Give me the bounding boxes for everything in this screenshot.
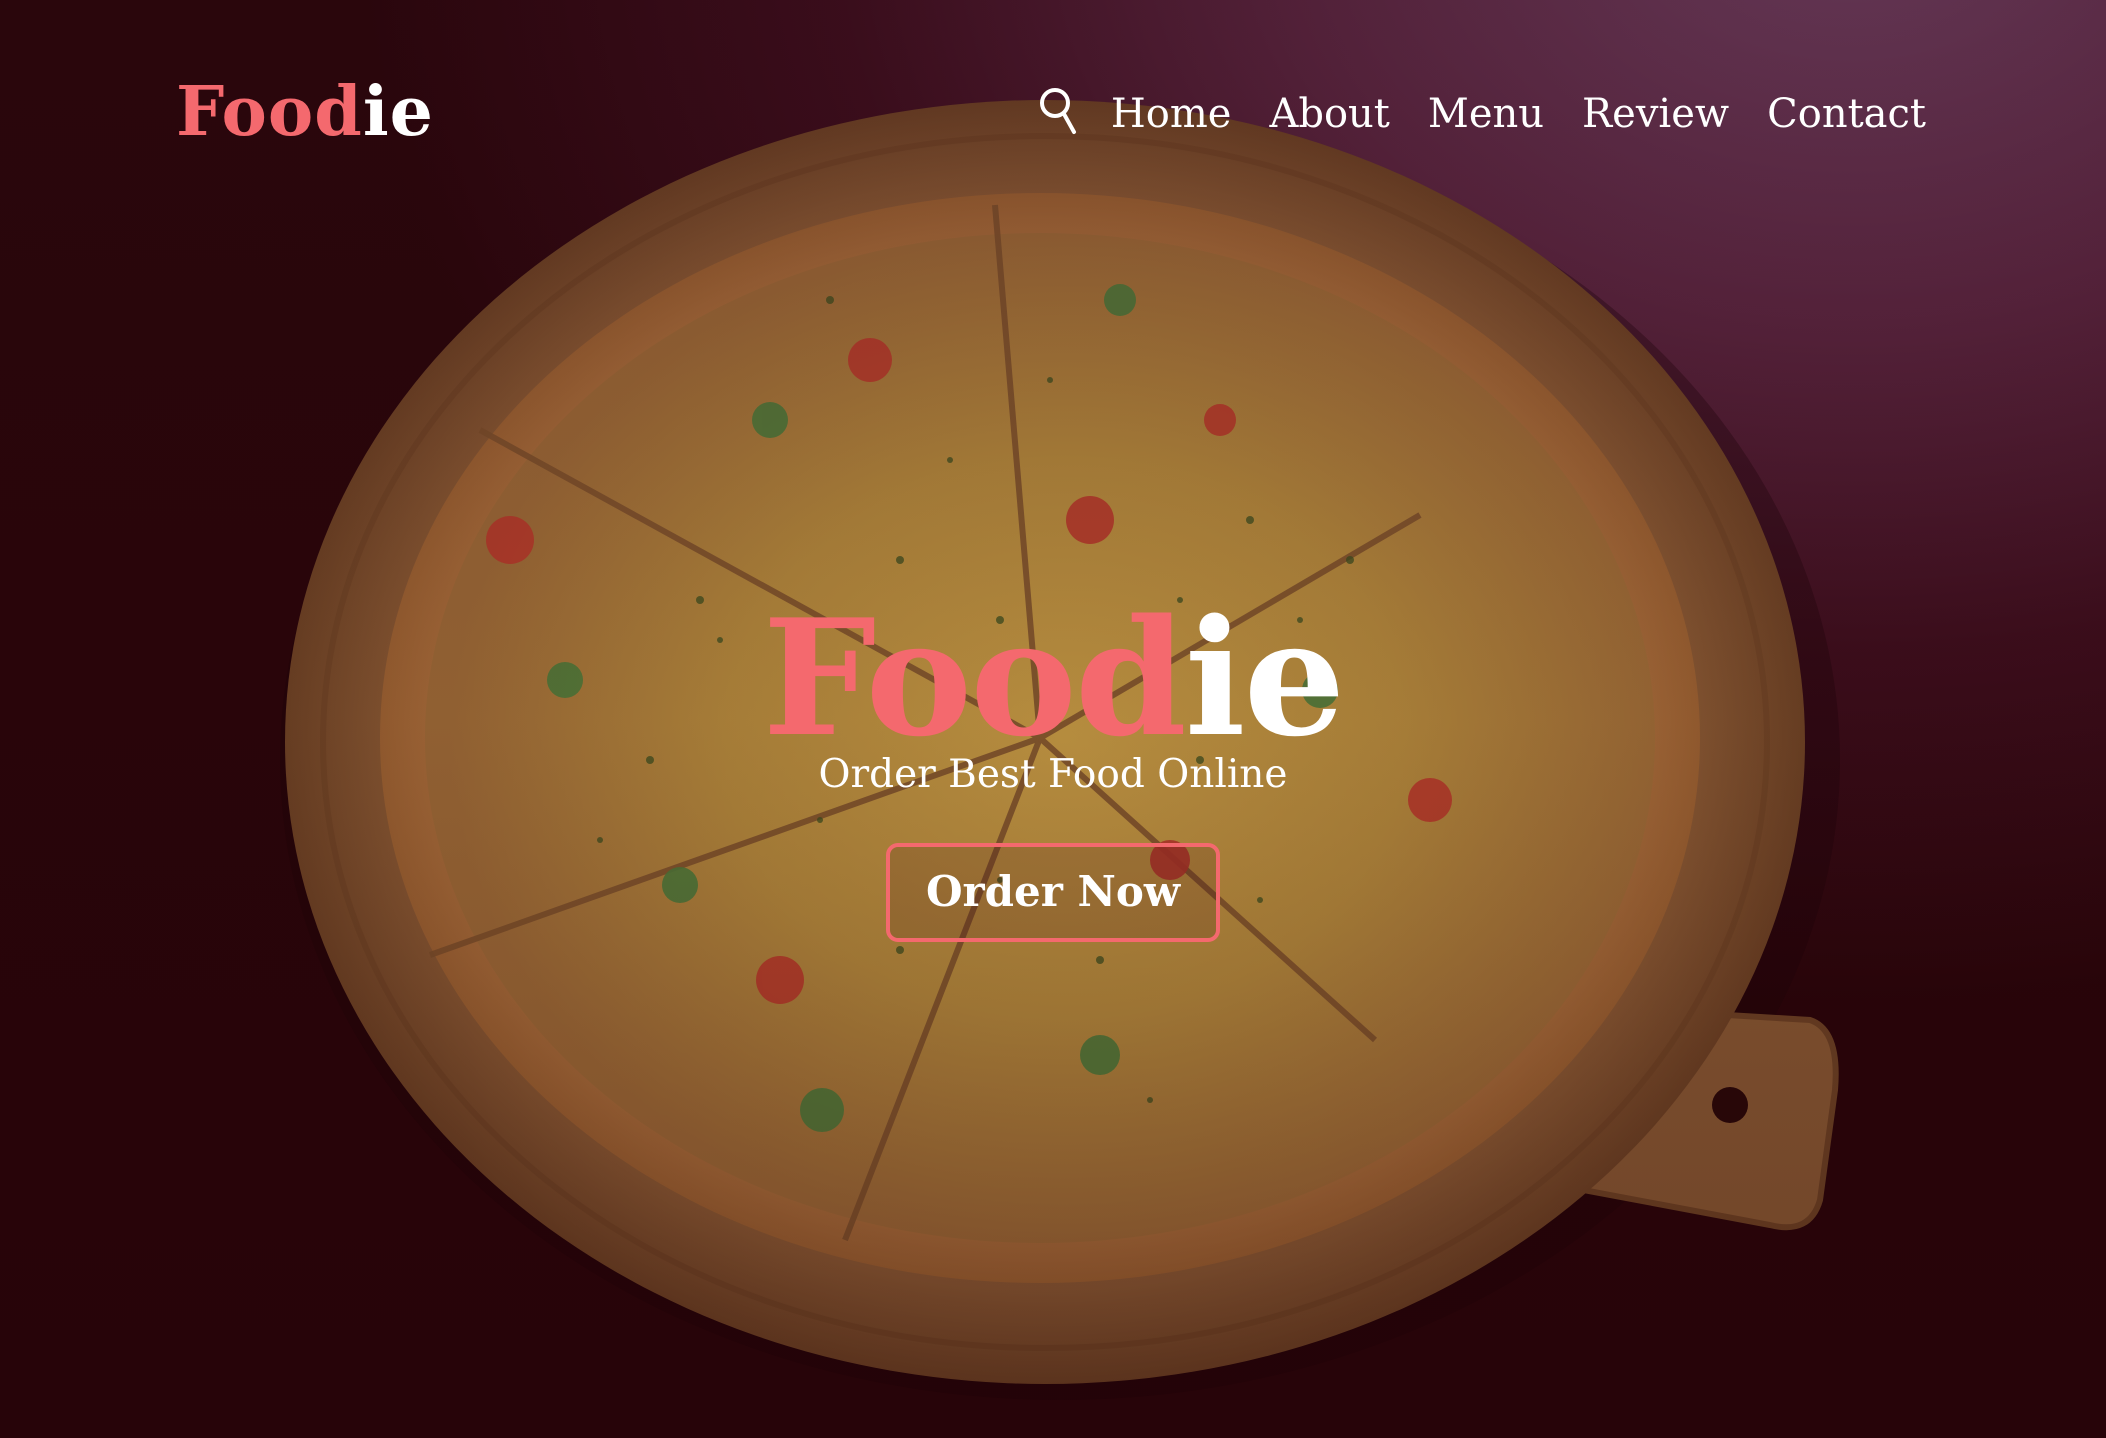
nav-home[interactable]: Home — [1111, 94, 1232, 134]
brand-logo-part2: ie — [362, 72, 434, 152]
brand-logo-part1: Food — [176, 72, 363, 152]
nav-review[interactable]: Review — [1582, 94, 1729, 134]
nav-menu[interactable]: Menu — [1428, 94, 1544, 134]
nav-about[interactable]: About — [1269, 94, 1389, 134]
hero-title-part1: Food — [762, 584, 1187, 772]
order-now-button[interactable]: Order Now — [885, 842, 1221, 942]
hero-title-part2: ie — [1184, 584, 1346, 772]
search-icon[interactable] — [1035, 86, 1081, 142]
main-nav: Home About Menu Review Contact — [1035, 86, 1926, 142]
hero-section: Foodie Order Best Food Online Order Now — [0, 598, 2106, 942]
nav-contact[interactable]: Contact — [1767, 94, 1926, 134]
hero-tagline: Order Best Food Online — [818, 752, 1288, 797]
search-icon-glyph — [1039, 88, 1076, 134]
brand-logo[interactable]: Foodie — [176, 78, 434, 146]
hero-title: Foodie — [0, 598, 2106, 758]
